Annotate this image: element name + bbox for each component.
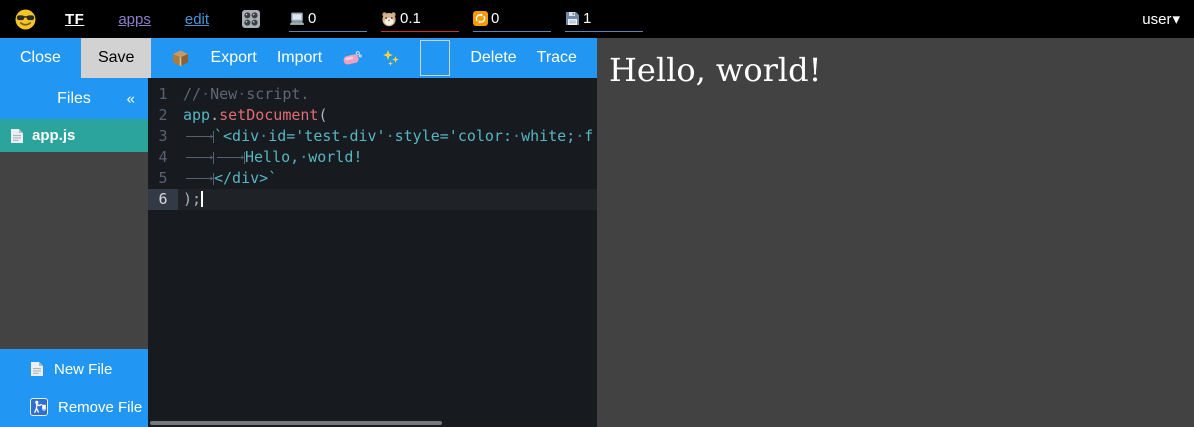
code-line-content: →`<div·id='test-div'·style='color:·white… [178, 126, 597, 147]
code-token: //·New·script. [183, 85, 309, 103]
stat-hamster[interactable]: 0.1 [381, 6, 459, 32]
files-header: Files « [0, 78, 148, 119]
horizontal-scrollbar[interactable] [150, 421, 442, 425]
gutter-line-number: 6 [148, 189, 178, 210]
new-file-label: New File [54, 361, 112, 378]
remove-file-button[interactable]: Remove File [0, 388, 148, 426]
tab-whitespace-icon: → [214, 147, 245, 168]
code-line-content: →</div>` [178, 168, 597, 189]
editor-column: Close Save Export Import [0, 38, 597, 427]
nav-link-apps[interactable]: apps [118, 11, 151, 28]
new-file-button[interactable]: New File [0, 350, 148, 388]
code-token: setDocument [219, 106, 318, 124]
blank-button[interactable] [420, 40, 450, 76]
repeat-icon [473, 11, 488, 26]
brand-link[interactable]: TF [65, 11, 84, 28]
control-knobs-icon[interactable] [241, 9, 261, 29]
save-button[interactable]: Save [81, 38, 151, 78]
gutter-line-number: 4 [148, 147, 178, 168]
soap-icon[interactable] [342, 50, 362, 66]
code-token: app [183, 106, 210, 124]
file-item-label: app.js [32, 127, 75, 144]
sidebar-actions: New File [0, 349, 148, 427]
code-line[interactable]: 5→</div>` [148, 168, 597, 189]
stat-laptop-value: 0 [308, 10, 316, 27]
gutter-line-number: 5 [148, 168, 178, 189]
sparkles-icon[interactable] [382, 49, 400, 67]
code-line[interactable]: 6); [148, 189, 597, 210]
laptop-icon [289, 12, 305, 26]
gutter-line-number: 1 [148, 84, 178, 105]
code-token: . [210, 106, 219, 124]
text-cursor [201, 191, 203, 207]
close-button[interactable]: Close [20, 49, 61, 67]
code-line[interactable]: 2app.setDocument( [148, 105, 597, 126]
new-file-icon [30, 361, 44, 377]
code-line-content: app.setDocument( [178, 105, 597, 126]
code-line[interactable]: 3→`<div·id='test-div'·style='color:·whit… [148, 126, 597, 147]
remove-file-label: Remove File [58, 399, 142, 416]
preview-panel: Hello, world! [597, 38, 1194, 427]
code-token: </div>` [214, 169, 277, 187]
code-token: ( [318, 106, 327, 124]
document-icon [10, 128, 24, 144]
stat-repeat[interactable]: 0 [473, 6, 551, 32]
gutter-line-number: 3 [148, 126, 178, 147]
remove-file-icon [30, 398, 48, 416]
main-area: Close Save Export Import [0, 38, 1194, 427]
code-line[interactable]: 1 //·New·script. [148, 84, 597, 105]
code-line-content: →→Hello,·world! [178, 147, 597, 168]
code-lines: 1//·New·script.2app.setDocument(3→`<div·… [148, 84, 597, 210]
collapse-sidebar-button[interactable]: « [127, 90, 135, 107]
editor-toolbar: Close Save Export Import [0, 38, 597, 78]
package-icon[interactable] [171, 49, 190, 67]
export-button[interactable]: Export [211, 49, 257, 67]
nav-link-edit[interactable]: edit [185, 11, 209, 28]
gutter-line-number: 2 [148, 105, 178, 126]
file-item-appjs[interactable]: app.js [0, 119, 148, 152]
code-token: Hello,·world! [245, 148, 362, 166]
files-header-label: Files [57, 90, 91, 108]
stat-floppy[interactable]: 1 [565, 6, 643, 32]
user-menu-label: user [1142, 11, 1171, 28]
user-menu[interactable]: user▾ [1142, 10, 1180, 28]
code-token: `<div·id='test-div'·style='color:·white;… [214, 127, 593, 145]
tab-whitespace-icon: → [183, 126, 214, 147]
floppy-disk-icon [565, 11, 580, 26]
import-button[interactable]: Import [277, 49, 322, 67]
trace-button[interactable]: Trace [537, 49, 577, 67]
hamster-icon [381, 11, 397, 27]
sunglasses-face-icon[interactable] [15, 9, 36, 30]
code-line[interactable]: 4→→Hello,·world! [148, 147, 597, 168]
delete-button[interactable]: Delete [470, 49, 516, 67]
stat-floppy-value: 1 [583, 10, 591, 27]
code-token: ); [183, 190, 201, 208]
stat-hamster-value: 0.1 [400, 10, 421, 27]
stat-repeat-value: 0 [491, 10, 499, 27]
files-sidebar: Files « app.js [0, 78, 148, 427]
tab-whitespace-icon: → [183, 168, 214, 189]
preview-text: Hello, world! [609, 51, 1194, 89]
stats-bar: 0 0.1 [289, 6, 643, 32]
topbar: TF apps edit 0 [0, 0, 1194, 38]
code-editor[interactable]: 1//·New·script.2app.setDocument(3→`<div·… [148, 78, 597, 427]
sidebar-filler [0, 152, 148, 349]
stat-laptop[interactable]: 0 [289, 6, 367, 32]
caret-down-icon: ▾ [1172, 10, 1180, 28]
code-line-content: ); [178, 189, 597, 210]
tab-whitespace-icon: → [183, 147, 214, 168]
code-line-content: //·New·script. [178, 84, 597, 105]
